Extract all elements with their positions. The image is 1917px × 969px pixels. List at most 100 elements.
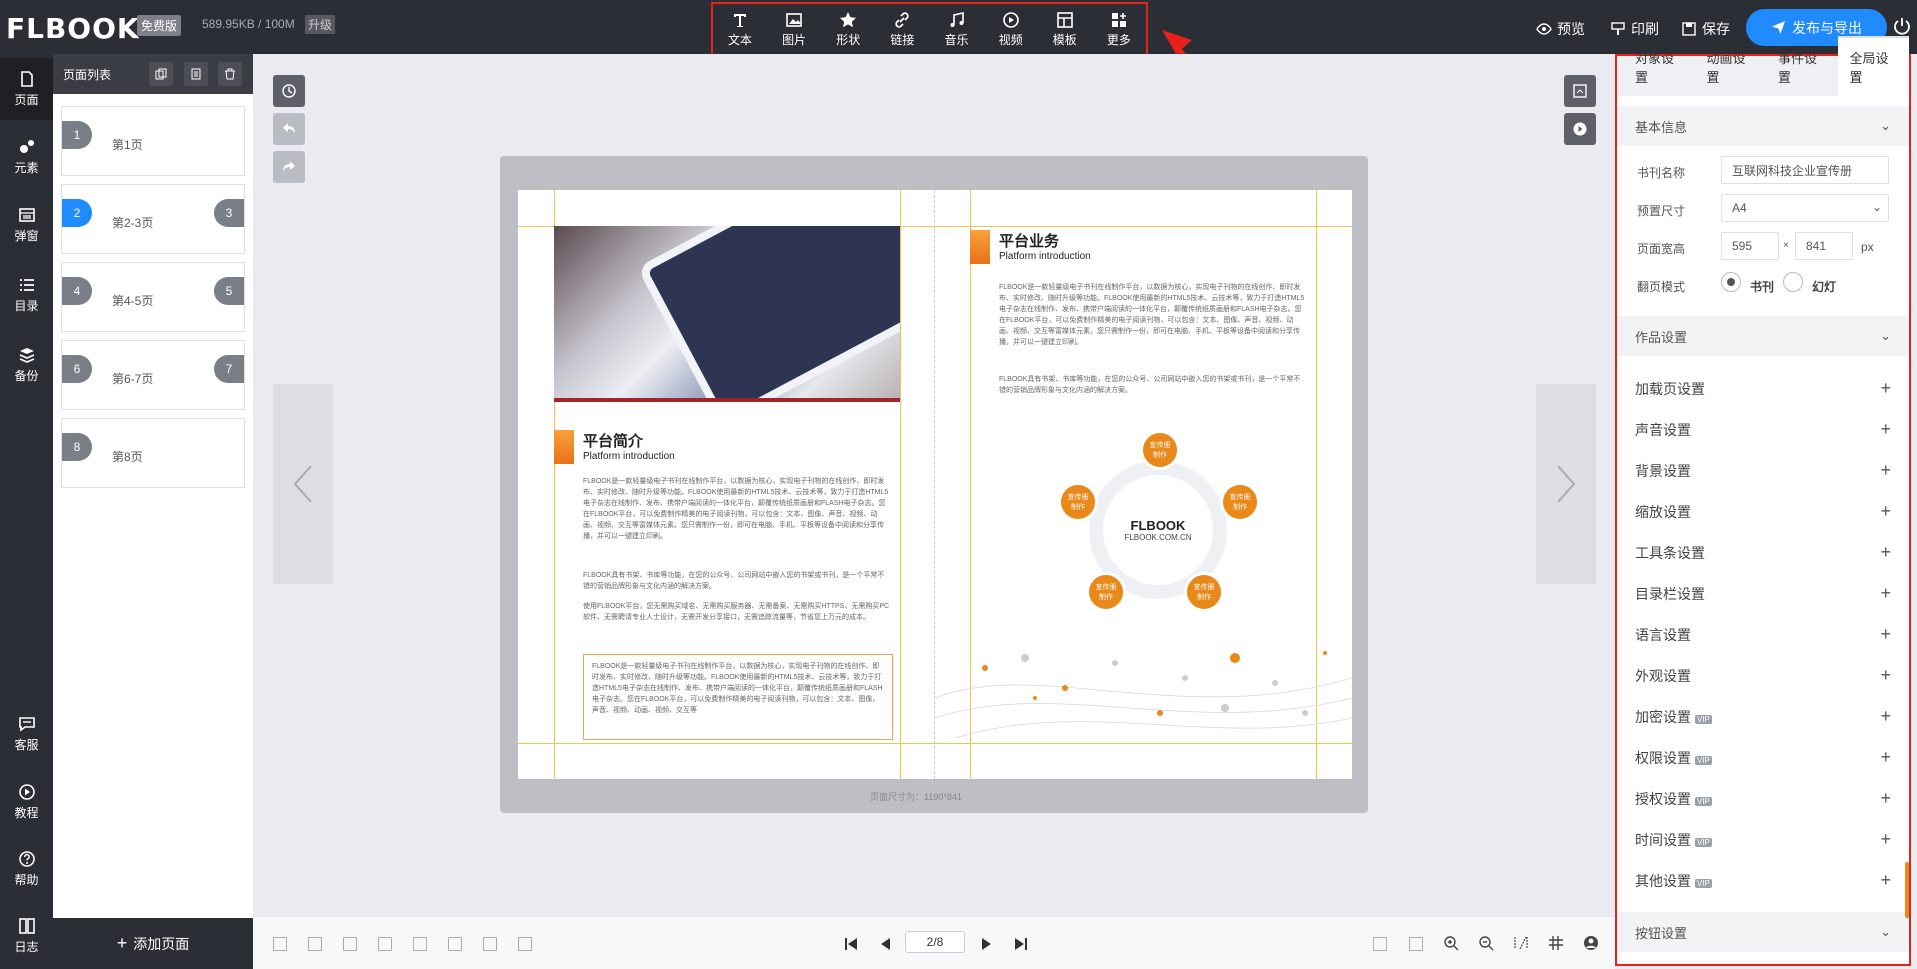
setting-row[interactable]: 外观设置 + <box>1617 655 1909 696</box>
setting-row[interactable]: 声音设置 + <box>1617 409 1909 450</box>
guides-icon[interactable] <box>1513 935 1529 951</box>
preset-size-select[interactable]: A4 ⌄ <box>1721 194 1889 222</box>
tab-animation-settings[interactable]: 动画设置 <box>1695 48 1767 96</box>
setting-row[interactable]: 加密设置 VIP + <box>1617 696 1909 737</box>
grid-icon[interactable] <box>1548 935 1564 951</box>
service-diagram[interactable]: FLBOOK FLBOOK.COM.CN 宣传册制作 宣传册制作 宣传册制作 宣… <box>1048 430 1268 612</box>
first-page-icon[interactable] <box>843 936 859 952</box>
preview-button[interactable]: 预览 <box>1536 19 1585 39</box>
tab-object-settings[interactable]: 对象设置 <box>1623 48 1695 96</box>
distribute-vertical-icon[interactable] <box>518 937 532 951</box>
user-icon[interactable] <box>1583 935 1599 951</box>
setting-row[interactable]: 加载页设置 + <box>1617 368 1909 409</box>
sidebar-item-toc[interactable]: 目录 <box>0 264 53 326</box>
ruler-icon[interactable] <box>1409 937 1423 951</box>
document-icon[interactable] <box>1373 937 1387 951</box>
cover-photo[interactable] <box>554 226 900 402</box>
align-top-icon[interactable] <box>378 937 392 951</box>
setting-row[interactable]: 工具条设置 + <box>1617 532 1909 573</box>
tab-event-settings[interactable]: 事件设置 <box>1766 48 1838 96</box>
zoom-in-icon[interactable] <box>1443 935 1459 951</box>
setting-row[interactable]: 授权设置 VIP + <box>1617 778 1909 819</box>
right-paragraph-1[interactable]: FLBOOK是一款轻量级电子书刊在线制作平台，以数据为核心，实现电子刊物的在线创… <box>999 282 1307 348</box>
panel-scrollbar[interactable] <box>1905 862 1909 918</box>
sidebar-item-support[interactable]: 客服 <box>0 704 53 764</box>
sidebar-item-log[interactable]: 日志 <box>0 906 53 966</box>
page-indicator-input[interactable]: 2/8 <box>905 931 965 953</box>
play-preview-button[interactable] <box>1564 113 1596 145</box>
align-center-icon[interactable] <box>308 937 322 951</box>
tool-music[interactable]: 音乐 <box>932 11 982 48</box>
zoom-out-icon[interactable] <box>1478 935 1494 951</box>
duplicate-page-button[interactable] <box>184 62 208 86</box>
sidebar-item-element[interactable]: 元素 <box>0 126 53 188</box>
setting-row[interactable]: 权限设置 VIP + <box>1617 737 1909 778</box>
sidebar-item-backup[interactable]: 备份 <box>0 334 53 396</box>
flip-slide-radio[interactable] <box>1783 272 1803 292</box>
left-section-subtitle[interactable]: Platform introduction <box>583 451 675 462</box>
height-input[interactable]: 841 <box>1795 232 1853 260</box>
page-thumb-2-3[interactable]: 2 第2-3页 3 <box>61 184 245 254</box>
tool-shape[interactable]: 形状 <box>823 11 873 48</box>
next-page-arrow[interactable] <box>1536 384 1596 584</box>
redo-button[interactable] <box>273 151 305 183</box>
book-name-input[interactable]: 互联网科技企业宣传册 <box>1721 156 1889 184</box>
power-icon[interactable] <box>1893 17 1911 35</box>
section-button-settings[interactable]: 按钮设置 ⌄ <box>1617 912 1909 952</box>
tool-video[interactable]: 视频 <box>986 11 1036 48</box>
setting-row[interactable]: 其他设置 VIP + <box>1617 860 1909 901</box>
flip-book-radio[interactable] <box>1721 272 1741 292</box>
upgrade-link[interactable]: 升级 <box>305 15 336 34</box>
width-input[interactable]: 595 <box>1721 232 1779 260</box>
setting-row[interactable]: 时间设置 VIP + <box>1617 819 1909 860</box>
tab-global-settings[interactable]: 全局设置 <box>1837 36 1909 96</box>
print-button[interactable]: 印刷 <box>1610 19 1659 39</box>
sidebar-item-page[interactable]: 页面 <box>0 58 53 120</box>
align-right-icon[interactable] <box>343 937 357 951</box>
left-text-box[interactable]: FLBOOK是一款轻量级电子书刊在线制作平台，以数据为核心，实现电子刊物的在线创… <box>583 654 893 740</box>
thumbnail-toggle-button[interactable] <box>1564 75 1596 107</box>
distribute-horizontal-icon[interactable] <box>483 937 497 951</box>
page-thumb-1[interactable]: 1 第1页 <box>61 106 245 176</box>
tool-link[interactable]: 链接 <box>877 11 927 48</box>
tool-text[interactable]: 文本 <box>715 11 765 48</box>
page-thumb-6-7[interactable]: 6 第6-7页 7 <box>61 340 245 410</box>
flip-book-label[interactable]: 书刊 <box>1750 278 1774 295</box>
last-page-icon[interactable] <box>1013 936 1029 952</box>
left-paragraph-1[interactable]: FLBOOK是一款轻量级电子书刊在线制作平台，以数据为核心，实现电子刊物的在线创… <box>583 476 891 542</box>
undo-button[interactable] <box>273 113 305 145</box>
sidebar-item-tutorial[interactable]: 教程 <box>0 772 53 832</box>
prev-page-arrow[interactable] <box>273 384 333 584</box>
setting-row[interactable]: 缩放设置 + <box>1617 491 1909 532</box>
left-paragraph-2[interactable]: FLBOOK具有书架、书库等功能，在您的公众号、公司网站中嵌入您的书架或书刊，是… <box>583 570 891 592</box>
delete-page-button[interactable] <box>218 62 242 86</box>
setting-row[interactable]: 语言设置 + <box>1617 614 1909 655</box>
right-section-title[interactable]: 平台业务 <box>999 230 1091 251</box>
logo[interactable]: FLBOOK <box>6 12 140 45</box>
copy-page-button[interactable] <box>149 62 173 86</box>
history-button[interactable] <box>273 75 305 107</box>
prev-page-icon[interactable] <box>878 936 894 952</box>
add-page-button[interactable]: + 添加页面 <box>53 918 253 969</box>
setting-row[interactable]: 背景设置 + <box>1617 450 1909 491</box>
sidebar-item-help[interactable]: 帮助 <box>0 839 53 899</box>
tool-image[interactable]: 图片 <box>769 11 819 48</box>
sidebar-item-popup[interactable]: 弹窗 <box>0 194 53 256</box>
page-thumb-4-5[interactable]: 4 第4-5页 5 <box>61 262 245 332</box>
page-thumb-8[interactable]: 8 第8页 <box>61 418 245 488</box>
tool-template[interactable]: 模板 <box>1040 11 1090 48</box>
align-bottom-icon[interactable] <box>448 937 462 951</box>
align-middle-icon[interactable] <box>413 937 427 951</box>
left-paragraph-3[interactable]: 使用FLBOOK平台，您无需购买域名、无需购买服务器、无需备案、无需购买HTTP… <box>583 601 891 623</box>
right-section-subtitle[interactable]: Platform introduction <box>999 251 1091 262</box>
setting-row[interactable]: 目录栏设置 + <box>1617 573 1909 614</box>
right-paragraph-2[interactable]: FLBOOK具有书架、书库等功能，在您的公众号、公司网站中嵌入您的书架或书刊，是… <box>999 374 1307 396</box>
save-button[interactable]: 保存 <box>1681 19 1730 39</box>
align-left-icon[interactable] <box>273 937 287 951</box>
section-basic-info[interactable]: 基本信息 ⌄ <box>1617 106 1909 146</box>
flip-slide-label[interactable]: 幻灯 <box>1812 278 1836 295</box>
section-work-settings[interactable]: 作品设置 ⌄ <box>1617 316 1909 356</box>
tool-more[interactable]: 更多 <box>1094 11 1144 48</box>
next-page-icon[interactable] <box>978 936 994 952</box>
left-section-title[interactable]: 平台简介 <box>583 430 675 451</box>
